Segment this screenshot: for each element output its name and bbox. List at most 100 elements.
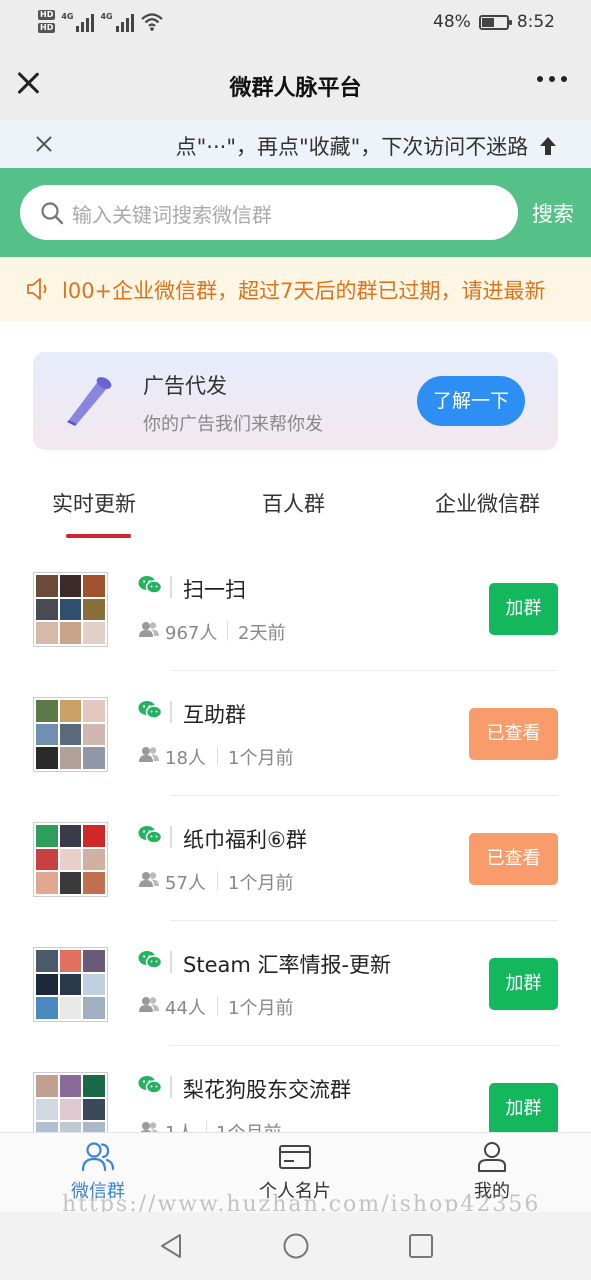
- hd-label: HD: [38, 10, 56, 20]
- signal-icon: 4G: [61, 12, 95, 32]
- home-icon[interactable]: [282, 1232, 310, 1260]
- divider: [170, 951, 172, 973]
- notice-text: l00+企业微信群，超过7天后的群已过期，请进最新: [62, 279, 546, 303]
- tab-enterprise-groups[interactable]: 企业微信群: [435, 488, 540, 518]
- search-button[interactable]: 搜索: [532, 198, 574, 228]
- category-tabs: 实时更新 百人群 企业微信群: [0, 470, 591, 545]
- tabbar-label: 微信群: [71, 1181, 125, 1202]
- wechat-icon: [138, 576, 162, 594]
- learn-more-button[interactable]: 了解一下: [417, 376, 525, 426]
- updated-time: 2天前: [238, 623, 286, 644]
- tab-realtime[interactable]: 实时更新: [52, 488, 136, 518]
- tabbar-wechat-groups[interactable]: 微信群: [33, 1141, 163, 1203]
- avatar-tile: [83, 848, 105, 871]
- list-item[interactable]: 梨花狗股东交流群 1人 1个月前 加群: [0, 1046, 591, 1132]
- viewed-button[interactable]: 已查看: [469, 833, 558, 885]
- join-group-button[interactable]: 加群: [489, 1083, 558, 1132]
- viewed-button[interactable]: 已查看: [469, 708, 558, 760]
- avatar-tile: [36, 723, 58, 746]
- wechat-icon: [138, 951, 162, 969]
- tabbar-label: 我的: [474, 1181, 510, 1202]
- bottom-tab-bar: 微信群 个人名片 我的: [0, 1132, 591, 1212]
- close-tip-icon[interactable]: [34, 134, 54, 154]
- avatar-tile: [83, 825, 105, 847]
- avatar-tile: [59, 622, 82, 644]
- group-name: 扫一扫: [183, 578, 246, 602]
- avatar-tile: [36, 872, 58, 894]
- arrow-up-icon: [540, 137, 556, 155]
- status-icons-right: 48% 8:52: [433, 12, 555, 32]
- avatar-tile: [36, 848, 58, 871]
- clock: 8:52: [516, 12, 555, 32]
- more-icon[interactable]: [537, 76, 567, 82]
- status-bar: HD HD 4G 4G 48% 8:52: [0, 0, 591, 48]
- list-item[interactable]: Steam 汇率情报-更新 44人 1个月前 加群: [0, 921, 591, 1046]
- network-type-label: 4G: [100, 11, 113, 21]
- avatar-tile: [36, 700, 58, 722]
- group-name: Steam 汇率情报-更新: [183, 953, 392, 977]
- group-name: 纸巾福利⑥群: [183, 828, 307, 852]
- avatar-tile: [59, 848, 82, 871]
- avatar-tile: [36, 1122, 58, 1132]
- members-icon: [139, 747, 159, 762]
- avatar-tile: [83, 950, 105, 972]
- speaker-icon: [27, 278, 47, 300]
- ad-title: 广告代发: [143, 374, 227, 398]
- search-input[interactable]: 输入关键词搜索微信群: [20, 185, 518, 240]
- avatar-tile: [83, 575, 105, 597]
- group-avatar: [33, 822, 108, 897]
- join-group-button[interactable]: 加群: [489, 583, 558, 635]
- member-count: 44人: [165, 998, 206, 1019]
- battery-percent: 48%: [433, 12, 471, 32]
- wifi-icon: [140, 12, 163, 31]
- members-icon: [139, 997, 159, 1012]
- divider: [217, 871, 218, 891]
- avatar-tile: [83, 700, 105, 722]
- list-item[interactable]: 互助群 18人 1个月前 已查看: [0, 671, 591, 796]
- members-icon: [139, 622, 159, 637]
- member-count: 57人: [165, 873, 206, 894]
- wechat-icon: [138, 826, 162, 844]
- group-list: 扫一扫 967人 2天前 加群 互助群 18人 1个月前 已查看 纸巾福利⑥群 …: [0, 546, 591, 1132]
- group-avatar: [33, 697, 108, 772]
- wechat-icon: [138, 701, 162, 719]
- back-icon[interactable]: [158, 1232, 184, 1260]
- notice-bar: l00+企业微信群，超过7天后的群已过期，请进最新: [0, 257, 591, 321]
- member-count: 18人: [165, 748, 206, 769]
- recent-apps-icon[interactable]: [408, 1233, 434, 1259]
- avatar-tile: [59, 598, 82, 621]
- list-item[interactable]: 扫一扫 967人 2天前 加群: [0, 546, 591, 671]
- battery-icon: [478, 14, 512, 30]
- card-icon: [279, 1145, 311, 1169]
- members-icon: [139, 872, 159, 887]
- people-icon: [81, 1142, 115, 1172]
- divider: [170, 826, 172, 848]
- updated-time: 1个月前: [228, 998, 294, 1019]
- avatar-tile: [36, 825, 58, 847]
- tip-text-label: 点"···"，再点"收藏"，下次访问不迷路: [175, 135, 529, 159]
- avatar-tile: [36, 598, 58, 621]
- favorite-tip-bar: 点"···"，再点"收藏"，下次访问不迷路: [0, 120, 591, 168]
- member-count: 1人: [165, 1119, 194, 1132]
- page-title: 微群人脉平台: [229, 76, 362, 101]
- list-item[interactable]: 纸巾福利⑥群 57人 1个月前 已查看: [0, 796, 591, 921]
- ad-card[interactable]: 广告代发 你的广告我们来帮你发 了解一下: [33, 352, 558, 450]
- tabbar-business-card[interactable]: 个人名片: [230, 1141, 360, 1203]
- battery-fill: [481, 17, 494, 27]
- avatar-tile: [83, 872, 105, 894]
- avatar-tile: [59, 825, 82, 847]
- avatar-tile: [36, 997, 58, 1019]
- updated-time: 1个月前: [228, 873, 294, 894]
- divider: [170, 576, 172, 598]
- avatar-tile: [36, 622, 58, 644]
- avatar-tile: [59, 1098, 82, 1121]
- join-group-button[interactable]: 加群: [489, 958, 558, 1010]
- signal-icon: 4G: [100, 11, 134, 32]
- avatar-tile: [59, 1075, 82, 1097]
- tabbar-me[interactable]: 我的: [427, 1141, 557, 1203]
- avatar-tile: [59, 747, 82, 769]
- group-avatar: [33, 1072, 108, 1132]
- avatar-tile: [36, 1098, 58, 1121]
- group-avatar: [33, 947, 108, 1022]
- tab-hundred-groups[interactable]: 百人群: [262, 488, 325, 518]
